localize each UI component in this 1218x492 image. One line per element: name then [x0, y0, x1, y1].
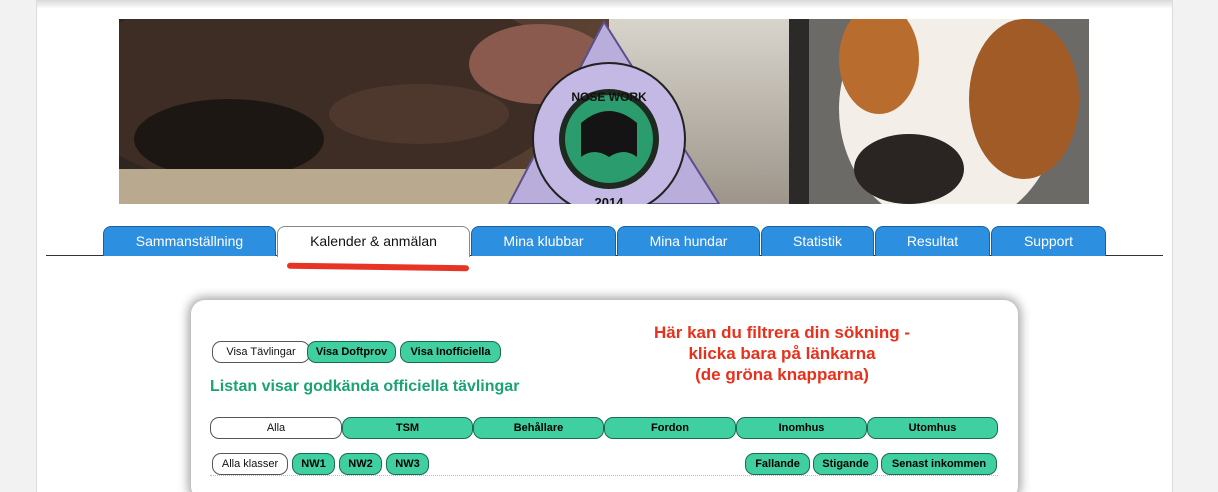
- visa-inofficiella-button[interactable]: Visa Inofficiella: [400, 341, 501, 363]
- category-alla-button[interactable]: Alla: [210, 417, 342, 439]
- tab-mina-klubbar[interactable]: Mina klubbar: [471, 226, 616, 256]
- sort-stigande-button[interactable]: Stigande: [813, 453, 878, 475]
- category-tsm-button[interactable]: TSM: [342, 417, 473, 439]
- category-behallare-button[interactable]: Behållare: [473, 417, 604, 439]
- category-inomhus-button[interactable]: Inomhus: [736, 417, 867, 439]
- sort-fallande-button[interactable]: Fallande: [745, 453, 810, 475]
- alla-klasser-button[interactable]: Alla klasser: [212, 453, 288, 475]
- header-banner: NOSE WORK 2014: [119, 19, 1089, 204]
- window-top-shadow: [0, 0, 1218, 9]
- visa-doftprov-button[interactable]: Visa Doftprov: [307, 341, 396, 363]
- category-fordon-button[interactable]: Fordon: [604, 417, 736, 439]
- nw1-button[interactable]: NW1: [292, 453, 335, 475]
- list-title: Listan visar godkända officiella tävling…: [210, 378, 520, 395]
- annotation-line-1: Här kan du filtrera din sökning -: [654, 323, 910, 342]
- sort-senast-inkommen-button[interactable]: Senast inkommen: [881, 453, 997, 475]
- row-divider: [210, 475, 998, 476]
- annotation-line-3: (de gröna knapparna): [695, 365, 869, 384]
- nw3-button[interactable]: NW3: [386, 453, 429, 475]
- tab-statistik[interactable]: Statistik: [761, 226, 874, 256]
- active-tab-red-underline: [286, 262, 470, 272]
- logo-year: 2014: [595, 195, 625, 204]
- visa-tavlingar-button[interactable]: Visa Tävlingar: [212, 341, 310, 363]
- category-utomhus-button[interactable]: Utomhus: [867, 417, 998, 439]
- tab-support[interactable]: Support: [991, 226, 1106, 256]
- tab-mina-hundar[interactable]: Mina hundar: [617, 226, 760, 256]
- banner-photo: NOSE WORK 2014: [119, 19, 1089, 204]
- nw2-button[interactable]: NW2: [339, 453, 382, 475]
- right-margin: [1172, 0, 1218, 492]
- annotation-line-2: klicka bara på länkarna: [688, 344, 876, 363]
- tab-kalender-anmalan[interactable]: Kalender & anmälan: [277, 226, 470, 257]
- filter-hint-annotation: Här kan du filtrera din sökning - klicka…: [592, 322, 972, 385]
- tab-resultat[interactable]: Resultat: [875, 226, 990, 256]
- tab-sammanstallning[interactable]: Sammanställning: [103, 226, 276, 256]
- svg-text:NOSE WORK: NOSE WORK: [571, 90, 647, 104]
- left-margin: [0, 0, 37, 492]
